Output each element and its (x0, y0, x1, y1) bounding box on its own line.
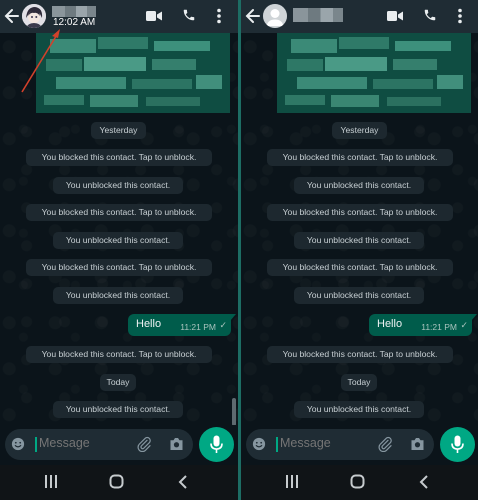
back-icon[interactable] (178, 475, 188, 489)
mic-icon (210, 435, 223, 453)
left-screen: 12:02 AM Yesterday You blocked this cont… (0, 0, 238, 500)
system-message: You unblocked this contact. (294, 177, 424, 194)
outgoing-message[interactable]: Hello 11:21 PM ✓ (369, 314, 477, 336)
system-message[interactable]: You blocked this contact. Tap to unblock… (26, 204, 212, 221)
text-cursor (35, 437, 37, 452)
system-nav-bar (0, 465, 238, 500)
back-arrow-icon[interactable] (245, 6, 261, 26)
system-message: You unblocked this contact. (294, 401, 424, 418)
bubble-tail (230, 314, 236, 321)
sent-tick-icon: ✓ (460, 320, 468, 330)
recents-icon[interactable] (44, 475, 58, 488)
message-input-pill[interactable] (5, 429, 193, 460)
video-call-icon[interactable] (146, 10, 162, 22)
system-message[interactable]: You blocked this contact. Tap to unblock… (267, 204, 453, 221)
more-vert-icon[interactable] (216, 8, 222, 24)
mic-button[interactable] (199, 427, 234, 462)
contact-name-redacted[interactable] (293, 8, 343, 22)
back-icon[interactable] (419, 475, 429, 489)
back-arrow-icon[interactable] (4, 6, 20, 26)
redacted-message (277, 33, 471, 113)
system-message: You unblocked this contact. (53, 232, 183, 249)
message-input[interactable] (280, 436, 350, 450)
date-separator: Today (100, 374, 136, 391)
redacted-message (36, 33, 230, 113)
system-message: You unblocked this contact. (294, 232, 424, 249)
video-call-icon[interactable] (387, 10, 403, 22)
message-text: Hello (136, 318, 162, 330)
outgoing-message[interactable]: Hello 11:21 PM ✓ (128, 314, 236, 336)
default-avatar-icon (263, 4, 287, 28)
system-nav-bar (241, 465, 478, 500)
attach-icon[interactable] (377, 436, 393, 452)
system-message[interactable]: You blocked this contact. Tap to unblock… (267, 346, 453, 363)
message-time: 11:21 PM (421, 322, 457, 332)
message-input-pill[interactable] (246, 429, 434, 460)
comparison-screenshots: 12:02 AM Yesterday You blocked this cont… (0, 0, 478, 500)
date-separator: Today (341, 374, 377, 391)
message-text: Hello (377, 318, 403, 330)
chat-header (241, 0, 478, 33)
right-screen: Yesterday You blocked this contact. Tap … (241, 0, 478, 500)
phone-icon[interactable] (182, 8, 196, 22)
input-bar (0, 425, 238, 465)
system-message[interactable]: You blocked this contact. Tap to unblock… (267, 149, 453, 166)
system-message[interactable]: You blocked this contact. Tap to unblock… (26, 346, 212, 363)
mic-button[interactable] (440, 427, 475, 462)
text-cursor (276, 437, 278, 452)
message-time: 11:21 PM (180, 322, 216, 332)
last-seen-time: 12:02 AM (53, 17, 96, 28)
camera-icon[interactable] (169, 437, 184, 451)
emoji-icon[interactable] (252, 437, 266, 451)
system-message[interactable]: You blocked this contact. Tap to unblock… (26, 259, 212, 276)
chat-area: Yesterday You blocked this contact. Tap … (241, 33, 478, 425)
avatar[interactable] (22, 4, 46, 28)
system-message[interactable]: You blocked this contact. Tap to unblock… (26, 149, 212, 166)
system-message: You unblocked this contact. (53, 401, 183, 418)
recents-icon[interactable] (285, 475, 299, 488)
more-vert-icon[interactable] (457, 8, 463, 24)
home-icon[interactable] (109, 474, 124, 489)
system-message: You unblocked this contact. (53, 287, 183, 304)
chat-area: Yesterday You blocked this contact. Tap … (0, 33, 238, 425)
input-bar (241, 425, 478, 465)
avatar[interactable] (263, 4, 287, 28)
sent-tick-icon: ✓ (219, 320, 227, 330)
phone-icon[interactable] (423, 8, 437, 22)
chat-header: 12:02 AM (0, 0, 238, 33)
message-input[interactable] (39, 436, 109, 450)
camera-icon[interactable] (410, 437, 425, 451)
contact-name-redacted[interactable] (52, 6, 96, 17)
system-message: You unblocked this contact. (294, 287, 424, 304)
avatar-picture (22, 4, 46, 28)
date-separator: Yesterday (91, 122, 146, 139)
home-icon[interactable] (350, 474, 365, 489)
system-message[interactable]: You blocked this contact. Tap to unblock… (267, 259, 453, 276)
bubble-tail (471, 314, 477, 321)
scrollbar[interactable] (232, 398, 236, 426)
emoji-icon[interactable] (11, 437, 25, 451)
attach-icon[interactable] (136, 436, 152, 452)
system-message: You unblocked this contact. (53, 177, 183, 194)
mic-icon (451, 435, 464, 453)
date-separator: Yesterday (332, 122, 387, 139)
